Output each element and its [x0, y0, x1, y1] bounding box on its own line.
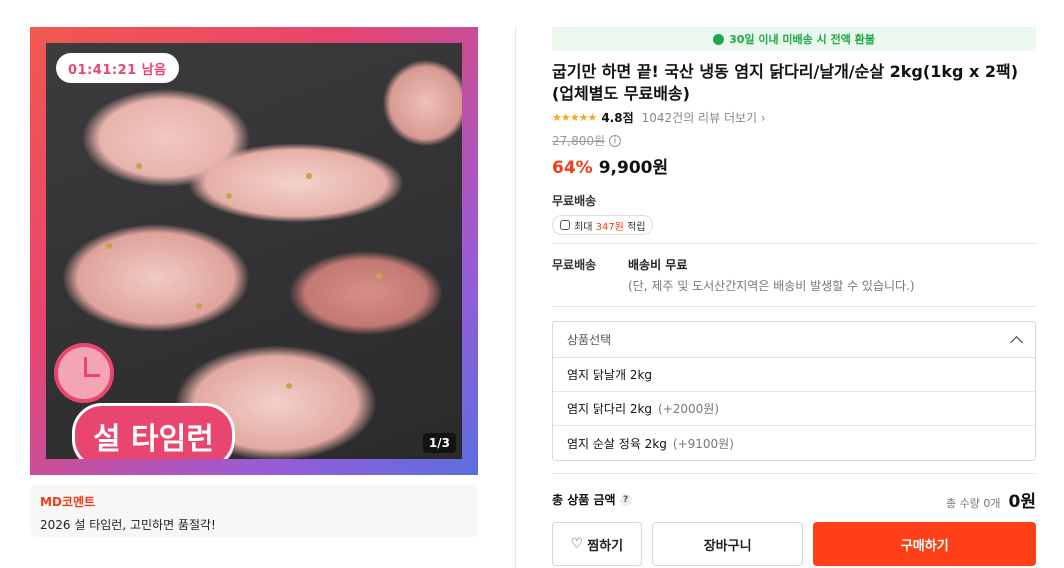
option-placeholder: 상품선택 [567, 333, 612, 347]
heart-icon: ♡ [570, 536, 584, 552]
alarm-clock-icon [54, 343, 114, 403]
product-image-frame: 01:41:21 남음 설 타임런 1/3 [30, 27, 478, 475]
review-link[interactable]: 1042건의 리뷰 더보기 › [642, 109, 766, 126]
md-comment-text: 2026 설 타임런, 고민하면 품절각! [40, 518, 216, 532]
seasoning-dot [106, 243, 112, 249]
price-row: 64% 9,900원 [552, 153, 1036, 178]
sale-event-title: 설 타임런 [72, 403, 235, 459]
shipping-fee: 배송비 무료 [628, 258, 688, 272]
seasoning-dot [306, 173, 312, 179]
seasoning-dot [226, 193, 232, 199]
shipping-key: 무료배송 [552, 258, 597, 272]
option-select[interactable]: 상품선택 염지 닭날개 2kg 염지 닭다리 2kg (+2000원) 염지 순… [552, 321, 1036, 461]
refund-banner-text: 30일 이내 미배송 시 전액 환불 [729, 33, 875, 46]
points-icon [560, 220, 570, 230]
md-comment-title: MD코멘트 [40, 495, 96, 509]
buy-button[interactable]: 구매하기 [813, 522, 1036, 566]
product-title: 굽기만 하면 끝! 국산 냉동 염지 닭다리/날개/순살 2kg(1kg x 2… [552, 62, 1019, 103]
cart-button[interactable]: 장바구니 [651, 522, 804, 566]
coin-icon [713, 33, 725, 45]
column-divider [515, 27, 516, 568]
option-select-header[interactable]: 상품선택 [553, 322, 1035, 358]
list-price-row: 27,800원 i [552, 132, 1036, 149]
points-value: 347원 [595, 221, 624, 233]
countdown-timer: 01:41:21 남음 [56, 53, 179, 83]
total-quantity: 총 수량 0개 [946, 497, 1001, 510]
shipping-label: 무료배송 [552, 194, 597, 208]
total-amount: 0원 [1008, 492, 1036, 512]
shipping-note: (단, 제주 및 도서산간지역은 배송비 발생할 수 있습니다.) [628, 279, 915, 293]
shipping-info: 무료배송 배송비 무료 (단, 제주 및 도서산간지역은 배송비 발생할 수 있… [552, 244, 1036, 306]
list-price: 27,800원 [552, 134, 606, 148]
option-item[interactable]: 염지 순살 정육 2kg (+9100원) [553, 426, 1035, 460]
seasoning-dot [286, 383, 292, 389]
seasoning-dot [376, 273, 382, 279]
rating-row: ★★★★★ 4.8점 1042건의 리뷰 더보기 › [552, 109, 1036, 126]
sale-price: 9,900원 [598, 158, 669, 178]
total-row: 총 상품 금액 ? 총 수량 0개 0원 [552, 474, 1036, 512]
option-item[interactable]: 염지 닭날개 2kg [553, 358, 1035, 392]
points-chip[interactable]: 최대 347원 적립 [552, 215, 654, 235]
chevron-up-icon[interactable] [1010, 335, 1023, 349]
points-suffix: 적립 [623, 221, 646, 233]
md-comment: MD코멘트 2026 설 타임런, 고민하면 품절각! [30, 485, 478, 537]
option-extra-price: (+9100원) [672, 436, 734, 451]
option-extra-price: (+2000원) [658, 402, 720, 416]
option-name: 염지 닭날개 2kg [567, 368, 653, 382]
divider [552, 306, 1036, 307]
seasoning-dot [136, 163, 142, 169]
star-rating-icon: ★★★★★ [552, 111, 597, 124]
info-icon[interactable]: i [609, 134, 622, 147]
action-buttons: ♡ 찜하기 장바구니 구매하기 [552, 522, 1036, 566]
seasoning-dot [196, 303, 202, 309]
total-label: 총 상품 금액 [552, 493, 616, 507]
wishlist-button[interactable]: ♡ 찜하기 [552, 522, 642, 566]
discount-rate: 64% [552, 158, 593, 178]
points-prefix: 최대 [574, 221, 596, 233]
wishlist-label: 찜하기 [587, 538, 624, 554]
product-image[interactable]: 01:41:21 남음 설 타임런 1/3 [46, 43, 462, 459]
option-name: 염지 순살 정육 2kg [567, 436, 667, 451]
option-name: 염지 닭다리 2kg [567, 402, 653, 416]
image-page-indicator: 1/3 [422, 433, 456, 453]
option-item[interactable]: 염지 닭다리 2kg (+2000원) [553, 392, 1035, 426]
product-info-panel: 30일 이내 미배송 시 전액 환불 굽기만 하면 끝! 국산 냉동 염지 닭다… [552, 27, 1036, 566]
rating-value: 4.8점 [601, 111, 634, 125]
help-icon[interactable]: ? [619, 493, 632, 506]
refund-banner: 30일 이내 미배송 시 전액 환불 [552, 27, 1036, 51]
